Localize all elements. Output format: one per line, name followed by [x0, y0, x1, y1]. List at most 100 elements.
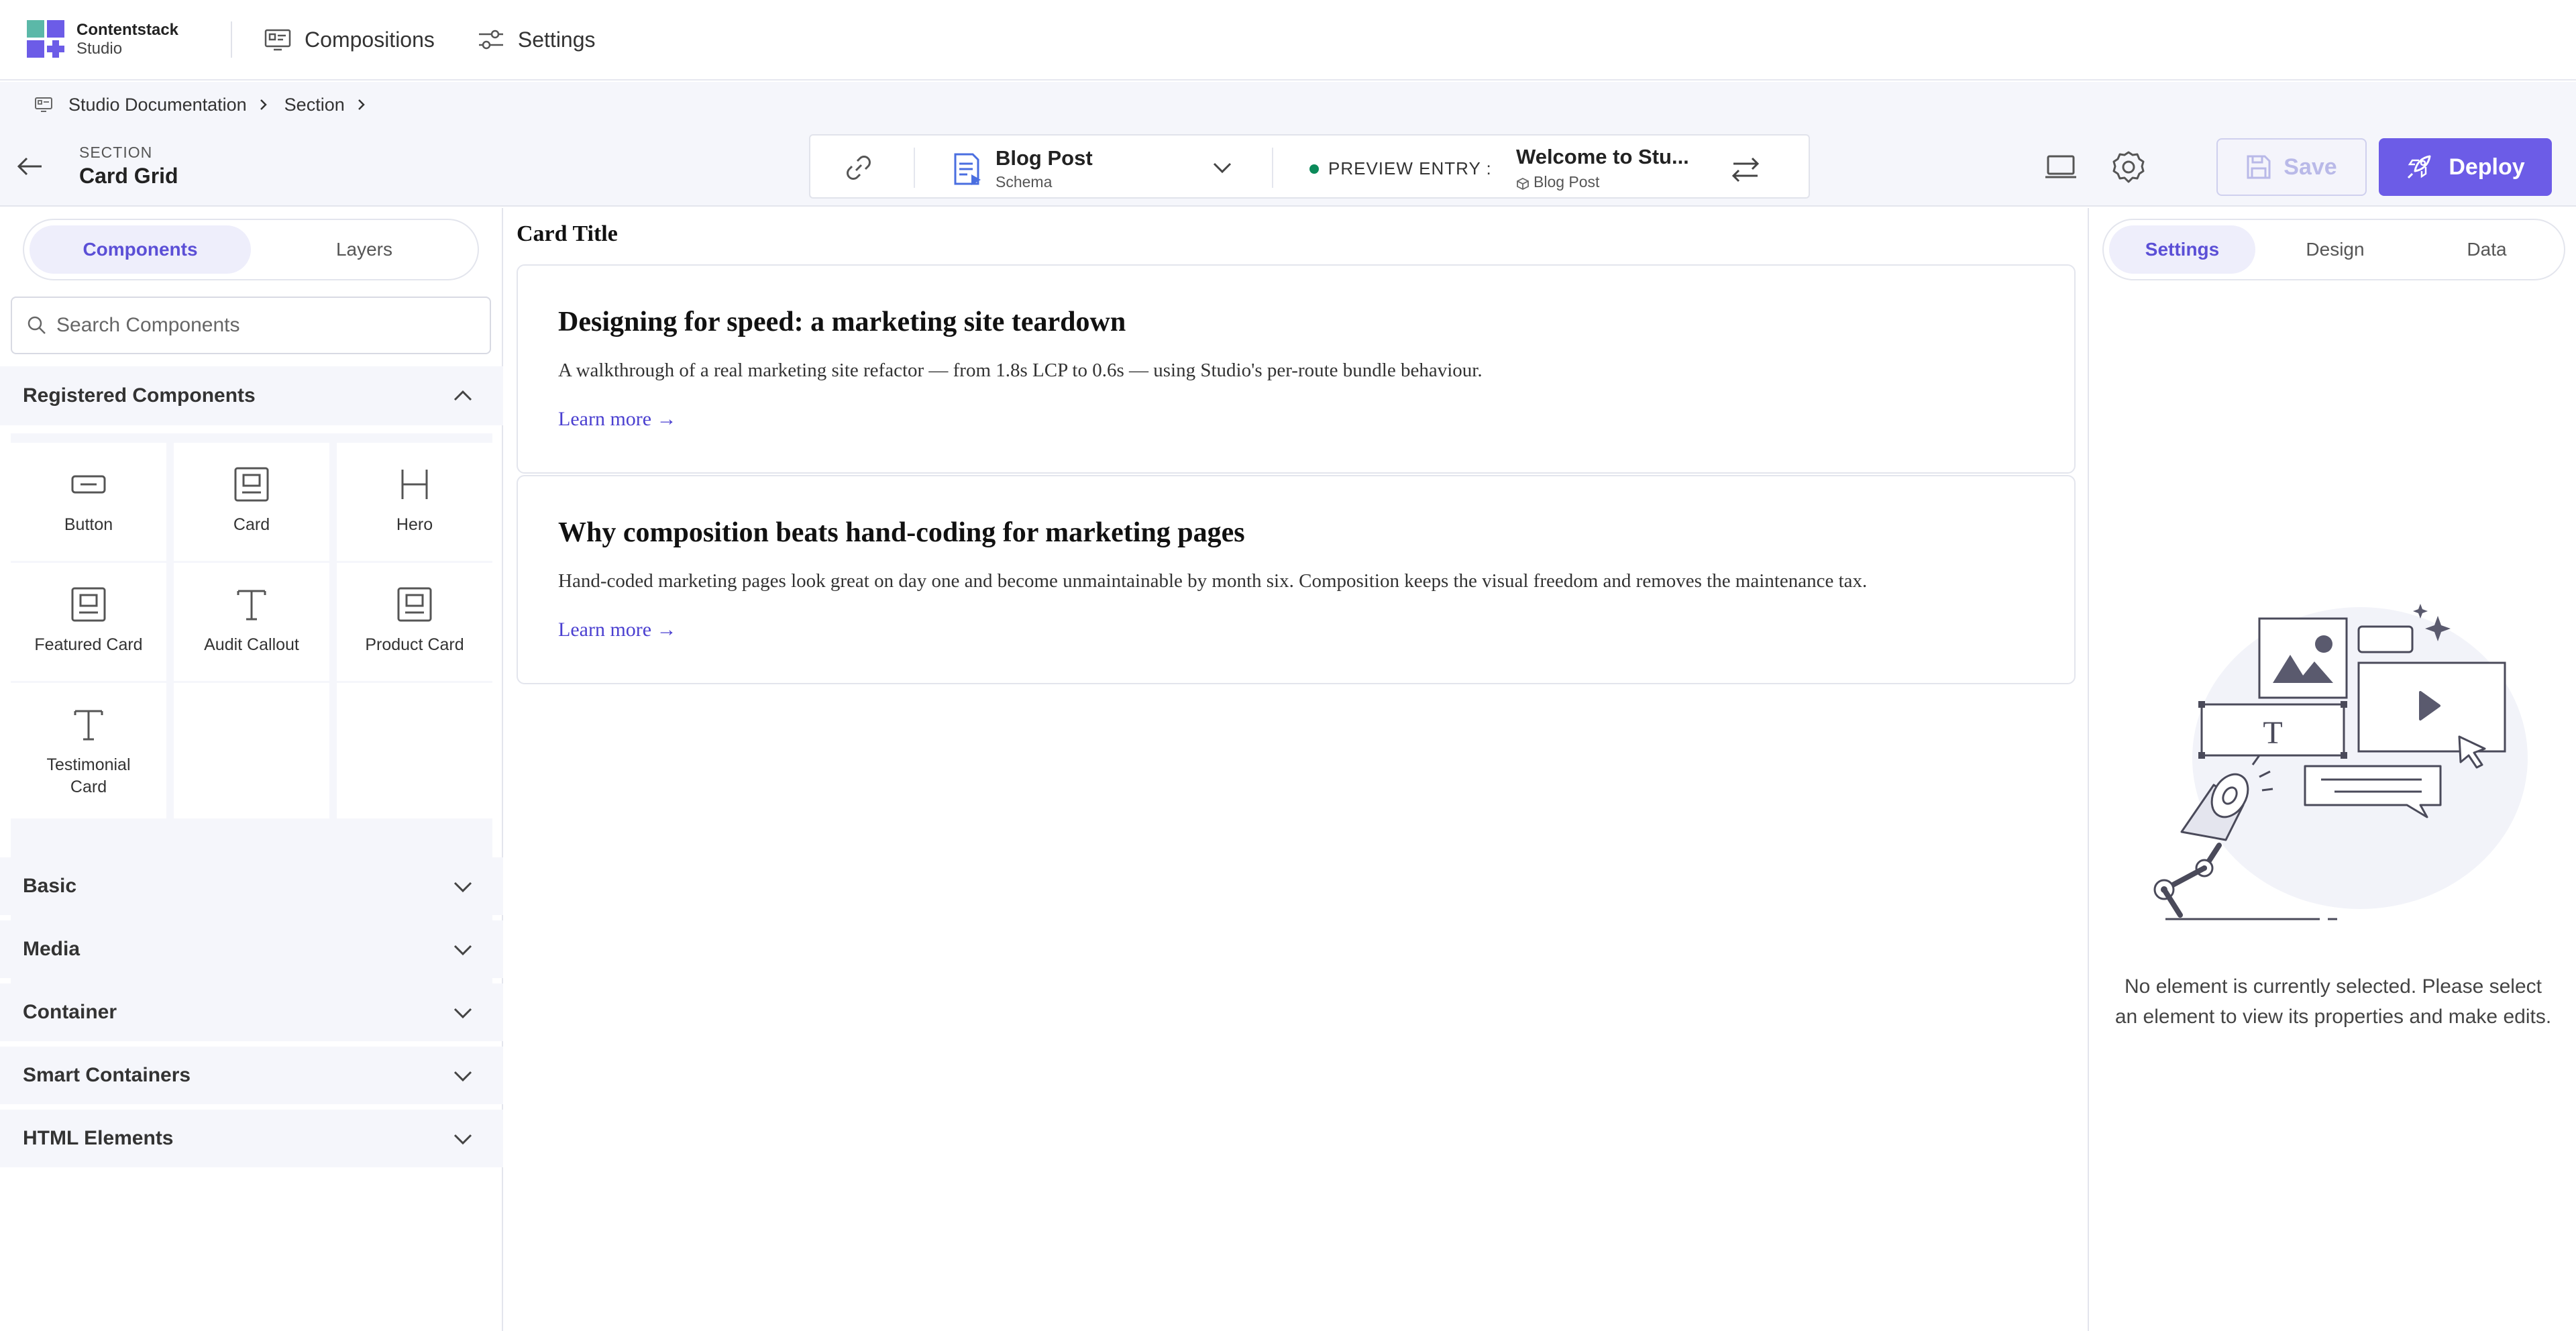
brand-sub: Studio [76, 40, 123, 58]
card-body: Hand-coded marketing pages look great on… [558, 570, 1868, 592]
card[interactable]: Why composition beats hand-coding for ma… [517, 475, 2076, 684]
empty-tile [337, 683, 492, 818]
panel-divider [1272, 148, 1273, 188]
empty-tile [174, 683, 329, 818]
section-html-elements[interactable]: HTML Elements [0, 1110, 503, 1167]
card-title: Why composition beats hand-coding for ma… [558, 517, 1245, 548]
nav-settings[interactable]: Settings [478, 28, 596, 52]
component-audit-callout[interactable]: Audit Callout [174, 563, 329, 681]
component-card[interactable]: Card [174, 443, 329, 561]
floppy-disk-icon [2247, 155, 2271, 179]
button-icon [71, 475, 106, 494]
composition-settings-button[interactable] [2112, 150, 2145, 184]
schema-icon [954, 153, 981, 185]
sliders-icon [478, 30, 503, 50]
chevron-down-icon [453, 882, 472, 893]
section-media-title: Media [23, 938, 80, 960]
preview-entry-label: PREVIEW ENTRY : [1328, 158, 1492, 178]
deploy-button[interactable]: Deploy [2379, 138, 2552, 196]
section-basic[interactable]: Basic [0, 857, 503, 915]
component-featured-card[interactable]: Featured Card [11, 563, 166, 681]
card[interactable]: Designing for speed: a marketing site te… [517, 264, 2076, 474]
back-button[interactable] [15, 153, 44, 180]
contentstack-logo-icon [27, 20, 64, 58]
properties-tabs: Settings Design Data [2102, 219, 2565, 280]
tab-components[interactable]: Components [30, 225, 251, 274]
properties-panel: Settings Design Data T No element is cur… [2088, 208, 2576, 1331]
component-testimonial-card[interactable]: Testimonial Card [11, 683, 166, 818]
card-learn-more-link[interactable]: Learn more → [558, 408, 677, 431]
section-media[interactable]: Media [0, 920, 503, 978]
deploy-button-label: Deploy [2449, 154, 2525, 180]
component-label: Card [233, 515, 270, 534]
nav-compositions[interactable]: Compositions [264, 28, 435, 52]
topbar-divider [231, 21, 233, 58]
section-smart-containers[interactable]: Smart Containers [0, 1047, 503, 1104]
search-icon [28, 316, 46, 334]
component-product-card[interactable]: Product Card [337, 563, 492, 681]
section-basic-title: Basic [23, 875, 77, 897]
arrow-left-icon [17, 157, 42, 176]
section-smart-containers-title: Smart Containers [23, 1064, 191, 1086]
breadcrumb-item-section[interactable]: Section [284, 95, 345, 115]
no-selection-illustration: T [2153, 604, 2528, 920]
section-container[interactable]: Container [0, 983, 503, 1041]
composition-small-icon [35, 97, 52, 112]
section-name: Card Grid [79, 164, 178, 188]
chevron-down-icon [1213, 162, 1232, 174]
chevron-down-icon [453, 1134, 472, 1145]
tab-design[interactable]: Design [2262, 225, 2408, 274]
tab-settings[interactable]: Settings [2109, 225, 2255, 274]
tab-layers[interactable]: Layers [254, 225, 475, 274]
nav-settings-label: Settings [517, 27, 596, 52]
chevron-down-icon [453, 1008, 472, 1019]
text-icon [237, 590, 266, 621]
editor-toolbar: SECTION Card Grid Blog Post Schema PREVI… [0, 127, 2576, 207]
link-button[interactable] [843, 152, 875, 184]
save-button[interactable]: Save [2216, 138, 2367, 196]
chevron-down-icon [453, 945, 472, 956]
no-selection-message: No element is currently selected. Please… [2114, 975, 2552, 1028]
section-container-title: Container [23, 1001, 117, 1023]
preview-status-dot [1309, 164, 1319, 174]
component-label: Audit Callout [204, 635, 299, 654]
rocket-icon [2408, 155, 2431, 179]
tab-data[interactable]: Data [2414, 225, 2560, 274]
hero-icon [401, 470, 428, 499]
preview-entry-subtitle: Blog Post [1534, 173, 1600, 191]
preview-entry-title[interactable]: Welcome to Stu... [1516, 145, 1689, 169]
breadcrumb-item-studio-documentation[interactable]: Studio Documentation [68, 95, 247, 115]
card-learn-more-link[interactable]: Learn more → [558, 619, 677, 641]
component-hero[interactable]: Hero [337, 443, 492, 561]
component-label: Featured Card [34, 635, 143, 654]
schema-subtitle: Schema [996, 173, 1053, 191]
component-button[interactable]: Button [11, 443, 166, 561]
card-body: A walkthrough of a real marketing site r… [558, 360, 1483, 381]
card-icon [71, 587, 106, 622]
link-icon [847, 156, 871, 180]
registered-components-title: Registered Components [23, 384, 256, 407]
schema-dropdown-button[interactable] [1210, 156, 1234, 180]
breadcrumb: Studio Documentation Section [0, 82, 2576, 127]
card-grid-title[interactable]: Card Title [517, 221, 618, 247]
svg-text:T: T [2263, 715, 2282, 751]
component-label: Product Card [365, 635, 464, 654]
components-panel: Components Layers Registered Components … [0, 208, 503, 1331]
text-icon [74, 710, 103, 741]
preview-canvas: Card Title Designing for speed: a market… [504, 208, 2088, 1331]
card-icon [234, 467, 269, 502]
device-preview-button[interactable] [2045, 154, 2077, 180]
brand-name: Contentstack [76, 21, 179, 40]
swap-arrows-icon [1731, 157, 1760, 182]
content-type-icon [1517, 177, 1529, 191]
nav-compositions-label: Compositions [305, 27, 435, 52]
brand[interactable]: Contentstack Studio [27, 20, 178, 59]
schema-title[interactable]: Blog Post [996, 146, 1093, 170]
section-label: SECTION [79, 144, 153, 161]
registered-components-header[interactable]: Registered Components [0, 366, 503, 425]
component-label: Testimonial Card [46, 755, 131, 796]
swap-entry-button[interactable] [1729, 153, 1762, 185]
search-input[interactable] [56, 305, 490, 345]
left-panel-tabs: Components Layers [23, 219, 479, 280]
component-label: Hero [396, 515, 433, 534]
